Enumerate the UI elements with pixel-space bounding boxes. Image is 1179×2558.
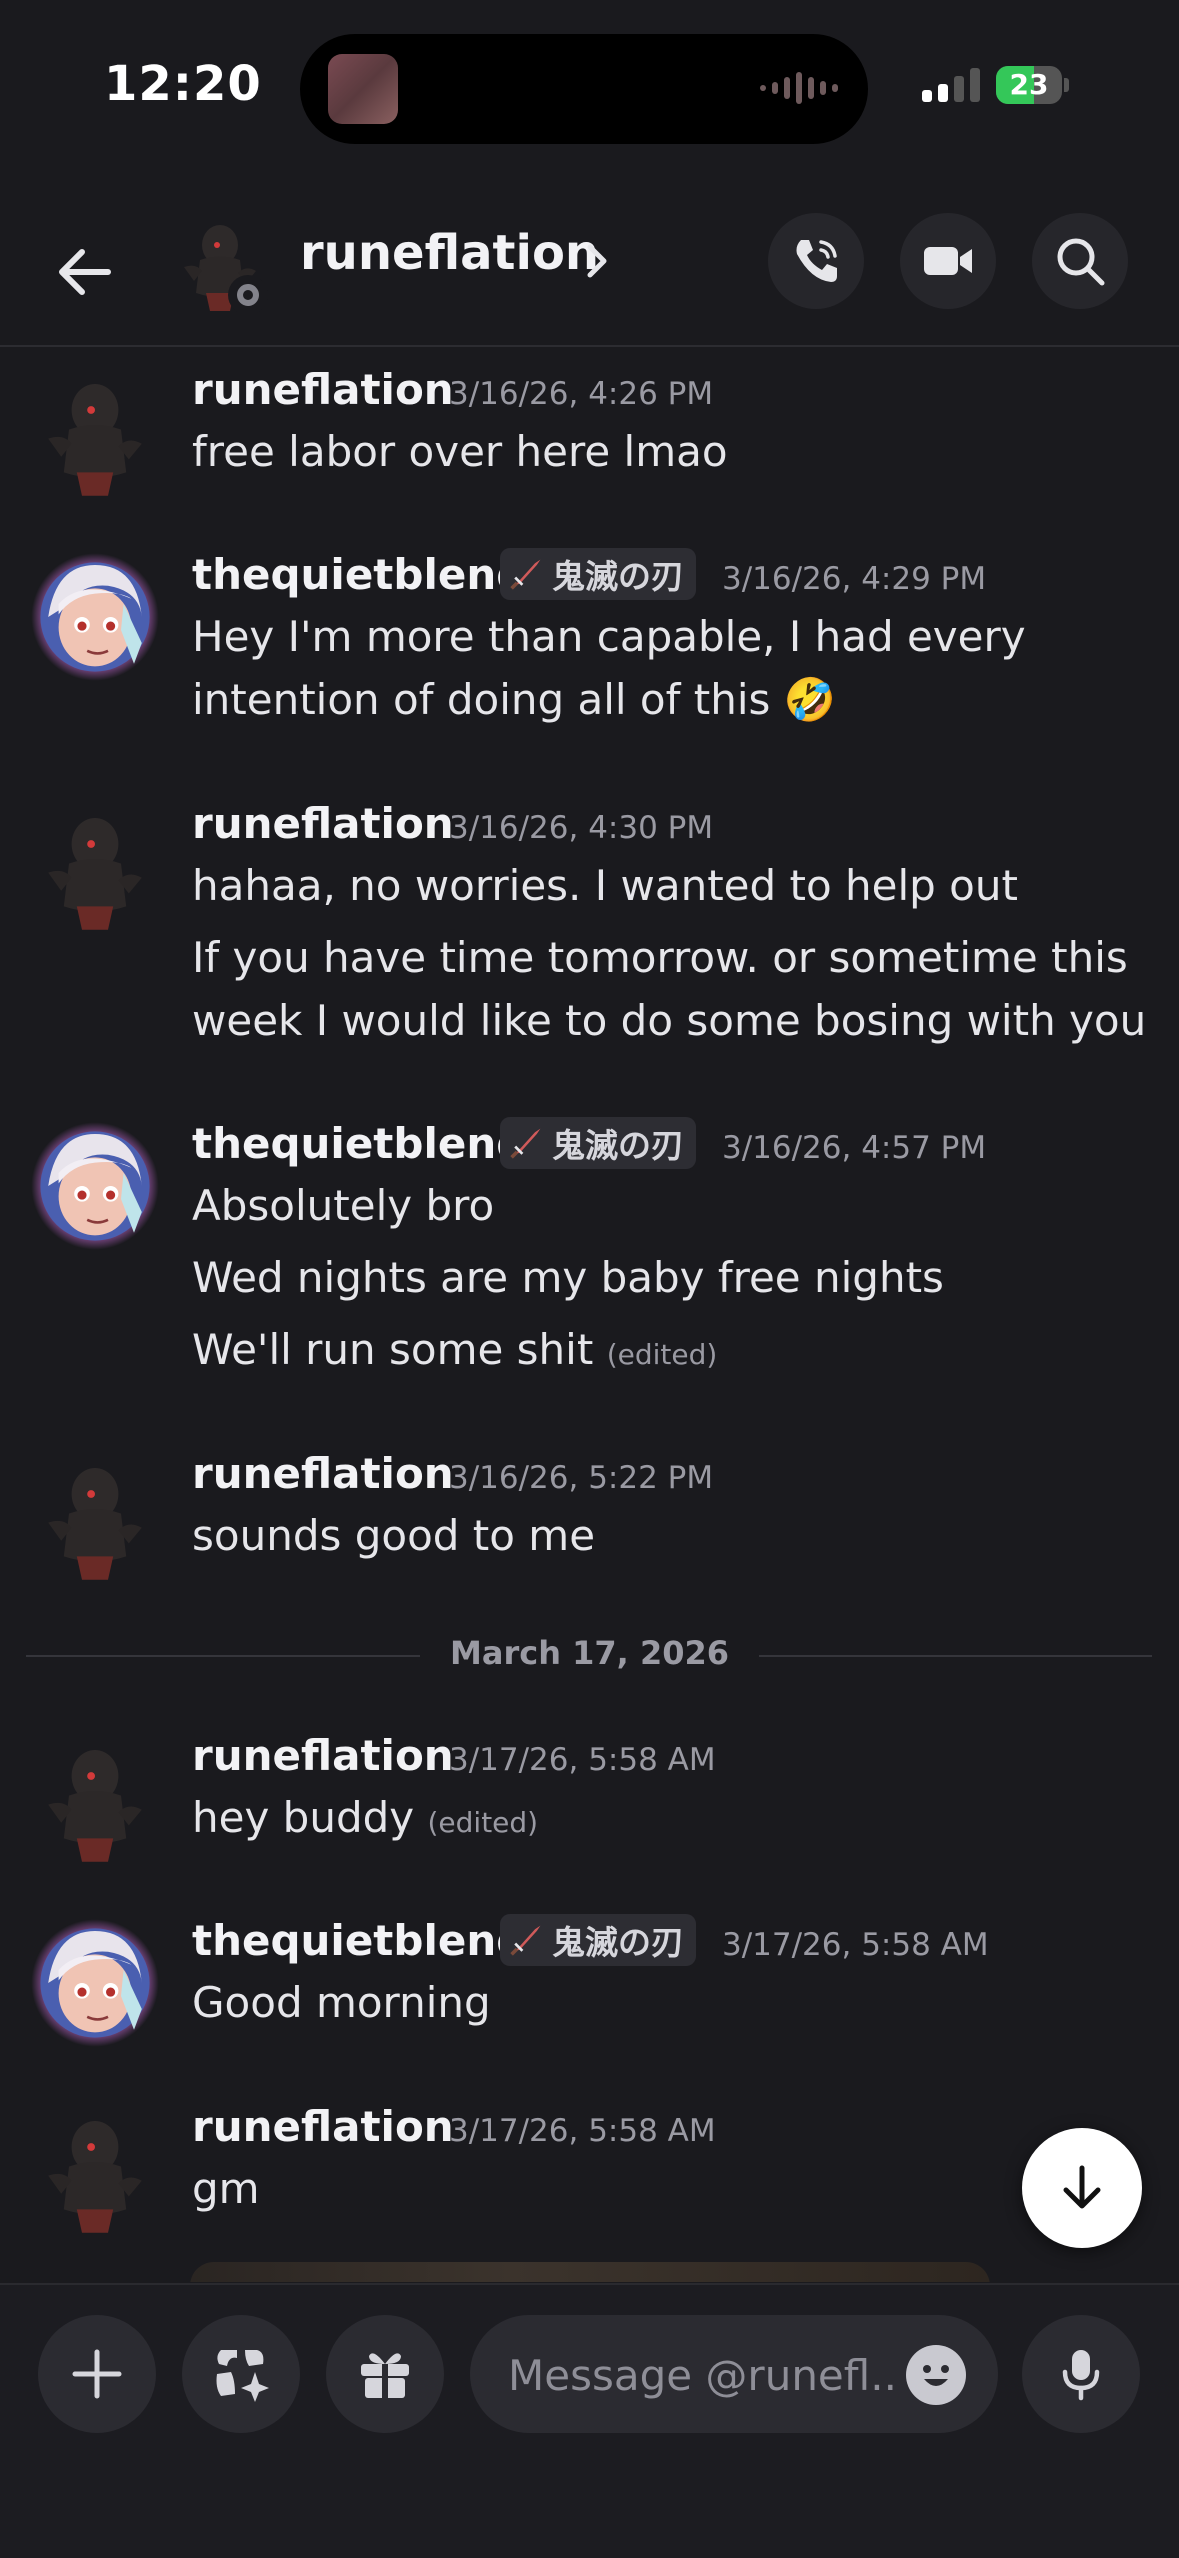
username[interactable]: runeflation (192, 799, 454, 848)
timestamp: 3/16/26, 4:30 PM (449, 810, 714, 846)
message-composer[interactable] (470, 2315, 998, 2435)
guild-tag[interactable]: 鬼滅の刃 (500, 1117, 696, 1169)
sword-icon (508, 1125, 544, 1161)
guild-tag-label: 鬼滅の刃 (552, 1126, 684, 1165)
battery-indicator: 23 (996, 66, 1062, 104)
gift-icon (361, 2353, 409, 2398)
arrow-down-icon (1063, 2165, 1101, 2209)
message-text: gm (192, 2164, 260, 2213)
date-divider-label: March 17, 2026 (420, 1634, 759, 1672)
message-text: Wed nights are my baby free nights (192, 1253, 944, 1302)
jump-to-bottom-button[interactable] (1022, 2128, 1142, 2248)
edited-label: (edited) (427, 1806, 539, 1839)
message-text: hey buddy (edited) (192, 1793, 538, 1842)
cell-signal-icon (922, 68, 980, 102)
avatar[interactable] (30, 1455, 160, 1585)
audio-wave-icon (760, 72, 838, 104)
message-text: free labor over here lmao (192, 427, 728, 476)
video-camera-icon (924, 247, 972, 275)
timestamp: 3/16/26, 4:26 PM (449, 376, 714, 412)
message-text: Good morning (192, 1978, 491, 2027)
guild-tag-label: 鬼滅の刃 (552, 557, 684, 596)
voice-call-button[interactable] (768, 213, 864, 309)
date-divider: March 17, 2026 (0, 1634, 1179, 1672)
timestamp: 3/16/26, 5:22 PM (449, 1460, 714, 1496)
channel-title[interactable]: runeflation (300, 225, 599, 281)
timestamp: 3/17/26, 5:58 AM (449, 1742, 716, 1778)
sword-icon (508, 1922, 544, 1958)
username[interactable]: runeflation (192, 365, 454, 414)
dynamic-island[interactable] (300, 34, 868, 144)
microphone-icon (1062, 2350, 1100, 2401)
chevron-right-icon[interactable] (582, 241, 612, 281)
voice-message-button[interactable] (1022, 2315, 1140, 2433)
message-text: hahaa, no worries. I wanted to help out (192, 861, 1018, 910)
battery-level: 23 (1009, 68, 1049, 101)
arrow-left-icon (59, 249, 111, 295)
timestamp: 3/17/26, 5:58 AM (722, 1927, 989, 1963)
avatar[interactable] (30, 371, 160, 501)
gift-button[interactable] (326, 2315, 444, 2433)
emoji-icon (923, 2365, 949, 2386)
avatar[interactable] (30, 2108, 160, 2238)
username[interactable]: thequietblend (192, 1916, 526, 1965)
plus-icon (72, 2349, 122, 2399)
add-attachment-button[interactable] (38, 2315, 156, 2433)
username[interactable]: thequietblend (192, 550, 526, 599)
dm-header: runeflation (0, 195, 1179, 347)
timestamp: 3/17/26, 5:58 AM (449, 2113, 716, 2149)
video-call-button[interactable] (900, 213, 996, 309)
search-icon (1057, 238, 1105, 286)
offline-status-icon (228, 275, 268, 315)
guild-tag[interactable]: 鬼滅の刃 (500, 1914, 696, 1966)
message-text: We'll run some shit (edited) (192, 1325, 717, 1374)
apps-sparkle-icon (216, 2350, 269, 2402)
message-list[interactable]: runeflation 3/16/26, 4:26 PM free labor … (0, 347, 1179, 2282)
guild-tag[interactable]: 鬼滅の刃 (500, 548, 696, 600)
composer-bar (0, 2283, 1179, 2558)
search-button[interactable] (1032, 213, 1128, 309)
message-input[interactable] (506, 2315, 910, 2435)
avatar[interactable] (30, 805, 160, 935)
status-bar: 12:20 23 (0, 0, 1179, 170)
username[interactable]: runeflation (192, 1731, 454, 1780)
message-text: If you have time tomorrow. or sometime t… (192, 933, 1128, 982)
avatar[interactable] (30, 1737, 160, 1867)
avatar[interactable] (30, 552, 160, 682)
avatar[interactable] (30, 1121, 160, 1251)
username[interactable]: runeflation (192, 1449, 454, 1498)
image-attachment[interactable] (190, 2262, 990, 2282)
clock: 12:20 (104, 56, 262, 112)
message-text: sounds good to me (192, 1511, 596, 1560)
timestamp: 3/16/26, 4:29 PM (722, 561, 987, 597)
message-text-body: We'll run some shit (192, 1325, 594, 1374)
battery-nub (1064, 78, 1069, 92)
username[interactable]: runeflation (192, 2102, 454, 2151)
message-text: intention of doing all of this 🤣 (192, 675, 837, 724)
now-playing-artwork (328, 54, 398, 124)
message-text: Hey I'm more than capable, I had every (192, 612, 1026, 661)
back-button[interactable] (50, 237, 120, 307)
sword-icon (508, 556, 544, 592)
avatar[interactable] (30, 1918, 160, 2048)
message-text: Absolutely bro (192, 1181, 495, 1230)
message-text-body: hey buddy (192, 1793, 415, 1842)
username[interactable]: thequietblend (192, 1119, 526, 1168)
timestamp: 3/16/26, 4:57 PM (722, 1130, 987, 1166)
edited-label: (edited) (606, 1338, 718, 1371)
phone-icon (796, 240, 837, 282)
emoji-button[interactable] (906, 2345, 966, 2405)
message-text: week I would like to do some bosing with… (192, 996, 1147, 1045)
guild-tag-label: 鬼滅の刃 (552, 1923, 684, 1962)
apps-button[interactable] (182, 2315, 300, 2433)
